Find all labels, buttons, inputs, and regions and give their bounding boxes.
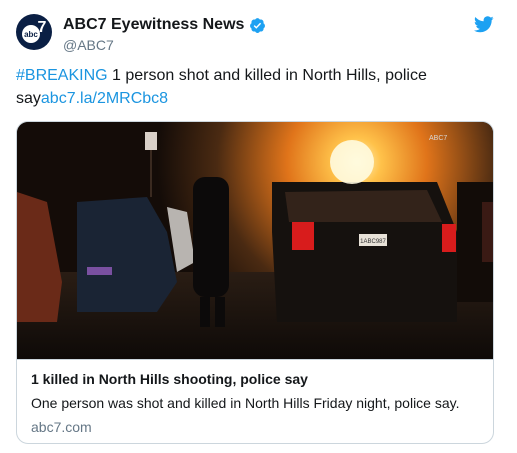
card-domain: abc7.com: [31, 419, 92, 435]
display-name[interactable]: ABC7 Eyewitness News: [63, 16, 244, 34]
svg-text:1ABC987: 1ABC987: [360, 239, 386, 245]
police-scene-image: 1ABC987 ABC7: [17, 122, 493, 359]
link-preview-card[interactable]: 1ABC987 ABC7 1 killed in North Hills sho…: [16, 121, 494, 444]
svg-text:abc: abc: [24, 30, 38, 39]
user-handle[interactable]: @ABC7: [63, 37, 266, 53]
card-body[interactable]: 1 killed in North Hills shooting, police…: [17, 359, 493, 437]
card-title[interactable]: 1 killed in North Hills shooting, police…: [31, 370, 479, 389]
tweet-text: #BREAKING 1 person shot and killed in No…: [16, 64, 496, 110]
verified-badge-icon: [250, 17, 266, 33]
svg-text:ABC7: ABC7: [429, 135, 447, 142]
card-description: One person was shot and killed in North …: [31, 395, 460, 411]
card-image[interactable]: 1ABC987 ABC7: [17, 122, 493, 359]
embedded-tweet: abc 7 ABC7 Eyewitness News @ABC7 #BREAKI…: [0, 0, 517, 453]
abc7-avatar[interactable]: abc 7: [16, 14, 52, 50]
tweet-url-link[interactable]: abc7.la/2MRCbc8: [41, 90, 168, 107]
svg-text:7: 7: [38, 19, 47, 36]
tweet-author[interactable]: ABC7 Eyewitness News @ABC7: [63, 14, 266, 53]
twitter-bird-icon[interactable]: [474, 16, 494, 33]
abc7-logo-icon: abc 7: [22, 19, 47, 43]
hashtag-link[interactable]: #BREAKING: [16, 67, 108, 84]
